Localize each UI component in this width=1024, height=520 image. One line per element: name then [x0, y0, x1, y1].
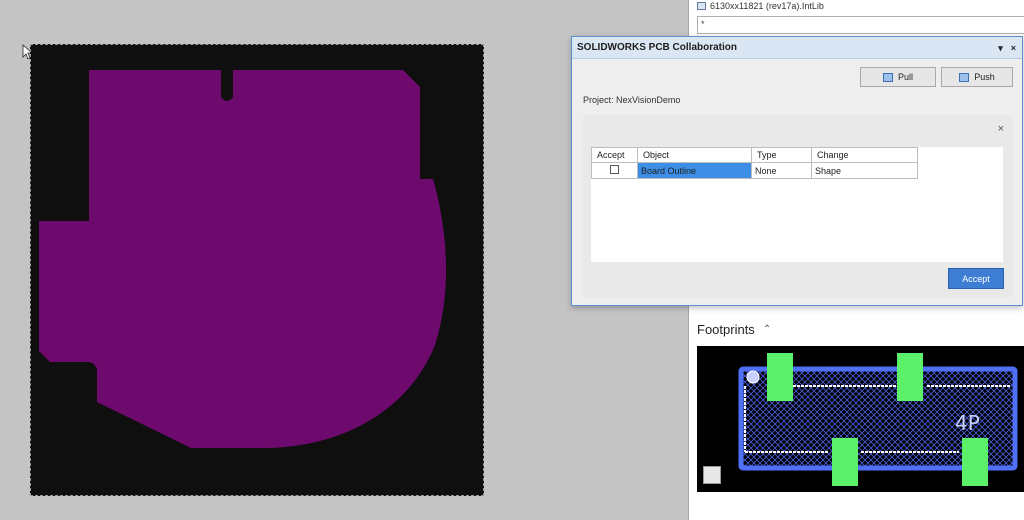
board-outline-frame[interactable]: [30, 44, 484, 496]
library-file-row[interactable]: 6130xx11821 (rev17a).IntLib: [697, 0, 1024, 12]
component-filter-input[interactable]: *: [697, 16, 1024, 34]
library-file-name: 6130xx11821 (rev17a).IntLib: [710, 1, 824, 11]
pull-icon: [882, 72, 893, 82]
panel-close-icon[interactable]: ×: [998, 123, 1004, 135]
change-cell: Shape: [811, 162, 918, 179]
footprints-title: Footprints: [697, 322, 755, 337]
pad: [832, 438, 858, 486]
close-icon[interactable]: ×: [1011, 37, 1016, 59]
footprint-preview: 4P: [697, 346, 1024, 492]
board-outline-shape: [39, 70, 447, 448]
table-row[interactable]: Board Outline None Shape: [591, 162, 918, 179]
pad: [767, 353, 793, 401]
column-header-accept[interactable]: Accept: [591, 147, 638, 163]
pcb-collaboration-dialog: SOLIDWORKS PCB Collaboration ▾ × Pull Pu…: [571, 36, 1023, 306]
pull-button[interactable]: Pull: [860, 67, 936, 87]
column-header-type[interactable]: Type: [751, 147, 812, 163]
dialog-title-bar[interactable]: SOLIDWORKS PCB Collaboration ▾ ×: [572, 37, 1022, 59]
dialog-title: SOLIDWORKS PCB Collaboration: [577, 42, 737, 53]
changes-table-area: Accept Object Type Change Board Outline …: [591, 147, 1003, 262]
object-cell[interactable]: Board Outline: [637, 162, 752, 179]
pad: [897, 353, 923, 401]
pin1-marker: [746, 370, 760, 384]
library-icon: [697, 2, 706, 10]
tool-icon[interactable]: [703, 466, 721, 484]
column-header-change[interactable]: Change: [811, 147, 918, 163]
pin-dropdown-icon[interactable]: ▾: [998, 37, 1003, 59]
pad: [962, 438, 988, 486]
pull-label: Pull: [897, 72, 913, 82]
push-icon: [959, 72, 970, 82]
changes-table: Accept Object Type Change Board Outline …: [591, 147, 918, 179]
type-cell: None: [751, 162, 812, 179]
push-label: Push: [974, 72, 995, 82]
accept-button[interactable]: Accept: [948, 268, 1004, 289]
footprint-designator: 4P: [955, 411, 980, 435]
changes-panel: × Accept Object Type Change Board Outlin…: [583, 115, 1013, 297]
column-header-object[interactable]: Object: [637, 147, 752, 163]
push-button[interactable]: Push: [941, 67, 1013, 87]
accept-checkbox[interactable]: [610, 165, 619, 174]
board-shape[interactable]: [31, 45, 485, 497]
chevron-up-icon[interactable]: ⌃: [763, 324, 771, 335]
accept-cell[interactable]: [591, 162, 638, 179]
project-label: Project: NexVisionDemo: [583, 95, 681, 105]
footprints-header[interactable]: Footprints ⌃: [697, 322, 771, 337]
